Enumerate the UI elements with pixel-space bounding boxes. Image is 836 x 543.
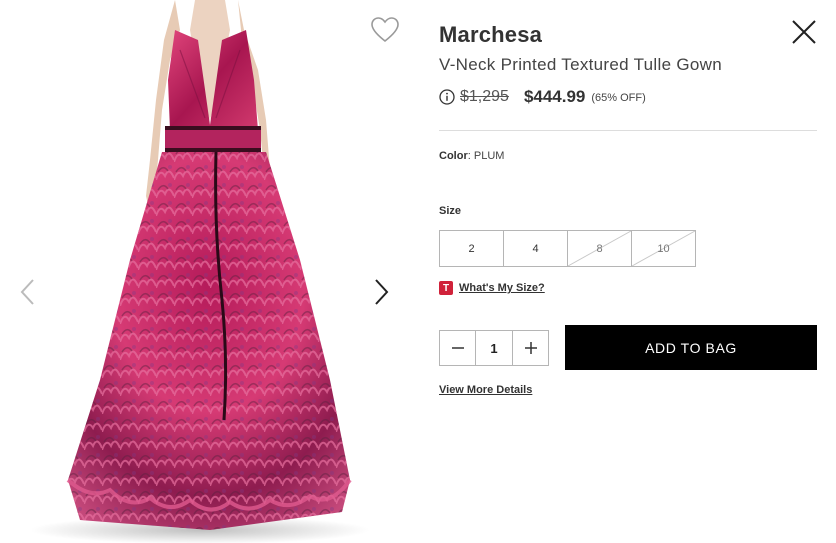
- add-to-bag-button[interactable]: ADD TO BAG: [565, 325, 817, 370]
- size-label: Size: [439, 205, 462, 217]
- color-value: PLUM: [473, 150, 505, 162]
- product-gallery: [0, 0, 416, 543]
- chevron-left-icon[interactable]: [17, 278, 41, 306]
- size-guide-label: What's My Size?: [459, 282, 545, 294]
- close-icon[interactable]: [789, 17, 819, 47]
- product-image: [30, 0, 370, 543]
- size-option-label: 10: [657, 242, 670, 255]
- minus-icon: [451, 347, 464, 349]
- increase-quantity-button[interactable]: [512, 330, 549, 366]
- quantity-input[interactable]: [476, 330, 512, 366]
- size-guide-badge-icon: T: [439, 281, 453, 295]
- size-option-8-unavailable[interactable]: 8: [567, 230, 632, 267]
- decrease-quantity-button[interactable]: [439, 330, 476, 366]
- product-title: V-Neck Printed Textured Tulle Gown: [439, 55, 722, 74]
- view-more-details-link[interactable]: View More Details: [439, 384, 532, 396]
- size-option-label: 4: [532, 242, 539, 255]
- size-guide-link[interactable]: T What's My Size?: [439, 281, 545, 295]
- size-options: 2 4 8 10: [439, 230, 696, 267]
- info-circle-icon[interactable]: [439, 89, 455, 105]
- wishlist-heart-icon[interactable]: [370, 16, 400, 44]
- divider: [439, 130, 817, 131]
- size-option-10-unavailable[interactable]: 10: [631, 230, 696, 267]
- discount-badge: (65% OFF): [591, 92, 646, 104]
- plus-icon: [524, 342, 537, 354]
- size-option-4[interactable]: 4: [503, 230, 568, 267]
- size-option-label: 8: [596, 242, 603, 255]
- size-option-label: 2: [468, 242, 475, 255]
- brand-name[interactable]: Marchesa: [439, 22, 542, 48]
- size-option-2[interactable]: 2: [439, 230, 504, 267]
- sale-price: $444.99: [523, 87, 586, 106]
- color-label: Color: [439, 150, 468, 162]
- color-selection: Color: PLUM: [439, 150, 504, 162]
- price-row: $1,295 $444.99 (65% OFF): [439, 86, 646, 108]
- quantity-stepper: [439, 330, 549, 366]
- original-price: $1,295: [460, 88, 509, 105]
- chevron-right-icon[interactable]: [370, 278, 394, 306]
